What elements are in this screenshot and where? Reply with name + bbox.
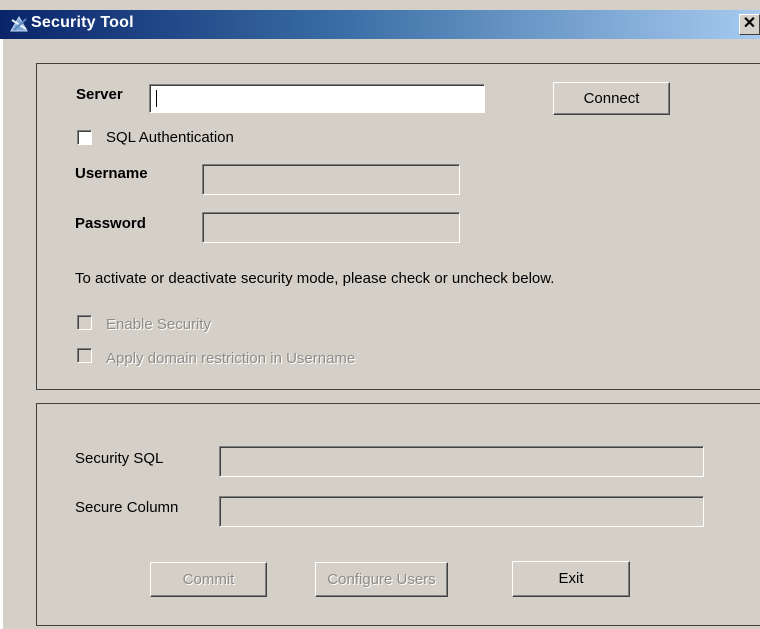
security-mode-instructions: To activate or deactivate security mode,… <box>75 270 555 287</box>
password-label: Password <box>75 215 146 232</box>
exit-button[interactable]: Exit <box>512 561 630 597</box>
secure-column-input[interactable] <box>219 496 704 527</box>
security-tool-app-icon <box>10 15 28 32</box>
title-bar[interactable]: Security Tool ✕ <box>0 10 760 39</box>
close-icon: ✕ <box>742 15 757 32</box>
configure-users-button[interactable]: Configure Users <box>315 562 448 597</box>
text-caret <box>156 90 157 107</box>
enable-security-checkbox[interactable] <box>77 315 92 330</box>
server-input[interactable] <box>149 84 485 113</box>
close-button[interactable]: ✕ <box>739 14 760 35</box>
domain-restriction-checkbox[interactable] <box>77 348 92 363</box>
window-title: Security Tool <box>31 14 134 31</box>
security-sql-label: Security SQL <box>75 450 164 467</box>
enable-security-label: Enable Security <box>106 316 212 333</box>
connect-button[interactable]: Connect <box>553 82 670 115</box>
domain-restriction-label: Apply domain restriction in Username <box>106 350 356 367</box>
sql-authentication-label: SQL Authentication <box>106 129 234 146</box>
server-label: Server <box>76 86 123 103</box>
username-label: Username <box>75 165 148 182</box>
commit-button[interactable]: Commit <box>150 562 267 597</box>
password-input[interactable] <box>202 212 460 243</box>
secure-column-label: Secure Column <box>75 499 179 516</box>
username-input[interactable] <box>202 164 460 195</box>
window-border <box>0 39 3 629</box>
sql-authentication-checkbox[interactable] <box>77 130 92 145</box>
security-sql-input[interactable] <box>219 446 704 477</box>
